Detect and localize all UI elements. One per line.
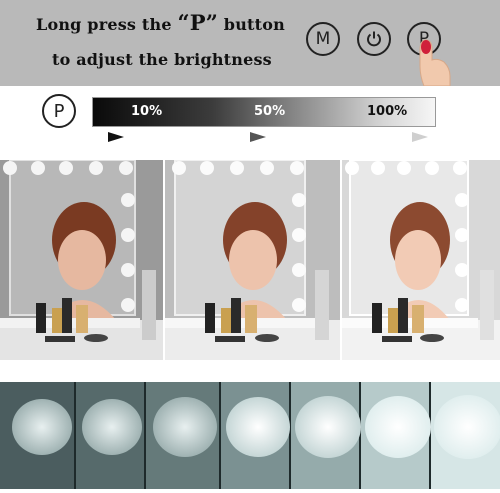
mirror-photo-high (342, 160, 500, 360)
instruction-line-1: Long press the “P” button (36, 10, 285, 35)
face-shape (229, 230, 277, 290)
mirror-illustration-high (342, 160, 500, 360)
arrow-icon-light (412, 132, 428, 142)
mirror-photo-medium (165, 160, 340, 360)
brightness-level-10: 10% (131, 104, 163, 119)
instruction-banner: Long press the “P” button to adjust the … (0, 0, 500, 86)
brightness-level-100: 100% (367, 104, 408, 119)
p-key-quote: “P” (177, 10, 219, 35)
power-icon[interactable] (357, 22, 391, 56)
instruction-line-2: to adjust the brightness (52, 50, 272, 69)
instruction-text-prefix: Long press the (36, 15, 178, 34)
face-shape (395, 230, 441, 290)
mirror-illustration-low (0, 160, 163, 360)
mirror-photo-low (0, 160, 163, 360)
face-shape (58, 230, 106, 290)
arrow-icon-medium (250, 132, 266, 142)
mirror-illustration-medium (165, 160, 340, 360)
m-button-label: M (315, 29, 331, 49)
m-button-icon[interactable]: M (306, 22, 340, 56)
bulb-brightness-strip (0, 382, 500, 489)
arrow-icon-dark (108, 132, 124, 142)
finger-press-icon (419, 39, 451, 86)
bulb-strip-illustration (0, 382, 500, 489)
p-indicator-icon: P (42, 94, 76, 128)
instruction-text-suffix: button (218, 15, 285, 34)
nail-shape (421, 40, 431, 54)
brightness-level-50: 50% (254, 104, 286, 119)
p-indicator-label: P (53, 100, 65, 122)
power-symbol-icon (367, 31, 381, 47)
